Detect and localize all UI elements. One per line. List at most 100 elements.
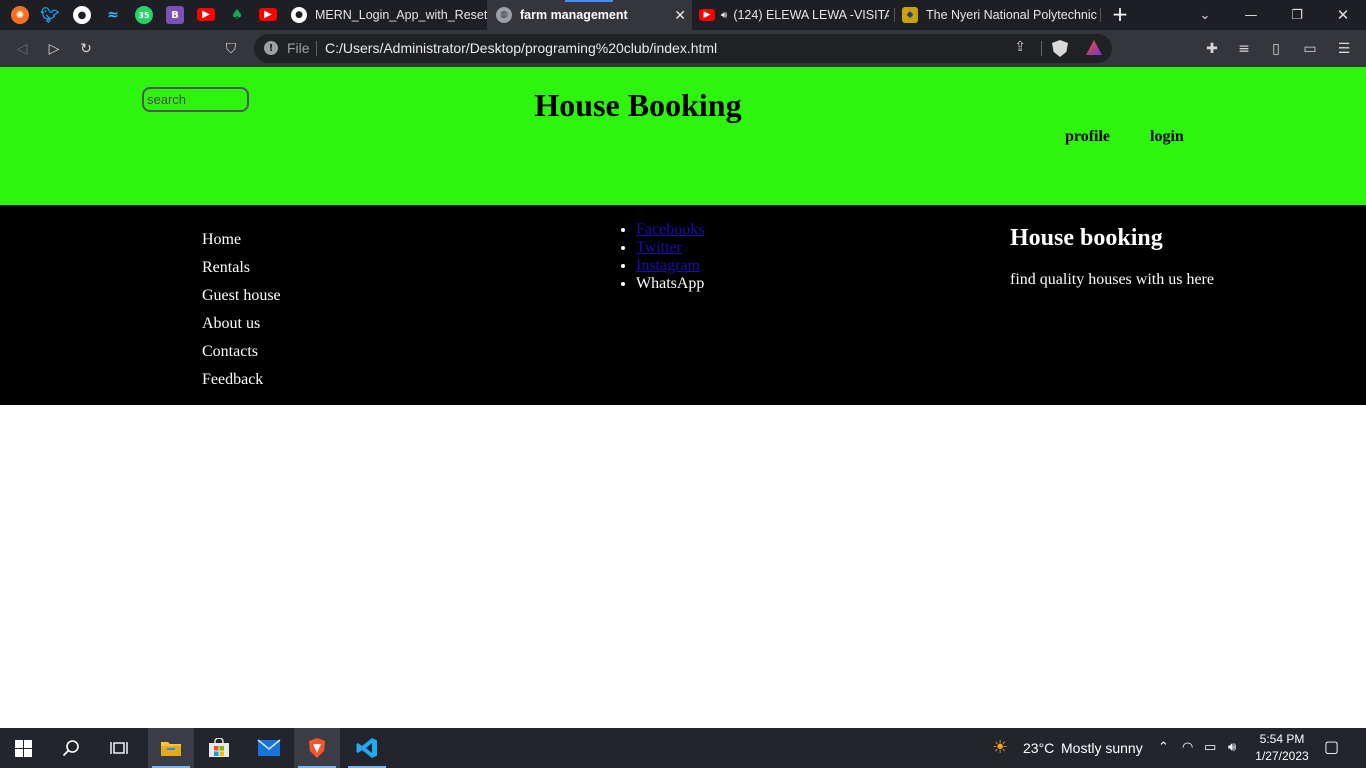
github-icon[interactable]: ● xyxy=(73,6,91,24)
system-clock[interactable]: 5:54 PM 1/27/2023 xyxy=(1252,731,1312,765)
youtube-icon: ▶ xyxy=(699,9,715,21)
search-button[interactable] xyxy=(48,728,94,768)
tab-title: MERN_Login_App_with_ResetEm xyxy=(315,8,487,22)
brave-icon xyxy=(309,738,325,758)
bookmark-icon[interactable]: ⛉ xyxy=(221,39,241,59)
reload-icon[interactable]: ↻ xyxy=(76,39,96,59)
speaker-icon[interactable]: 🔊︎ xyxy=(721,10,727,21)
footer-brand-title: House booking xyxy=(1010,225,1163,251)
playlist-icon[interactable]: ≡ xyxy=(1234,39,1254,59)
url-divider xyxy=(316,41,317,56)
minimize-icon[interactable]: — xyxy=(1228,0,1274,30)
twitter-link[interactable]: Twitter xyxy=(636,239,682,256)
page-footer: Home Rentals Guest house About us Contac… xyxy=(0,205,1366,405)
tab-separator xyxy=(894,8,895,22)
page-title: House Booking xyxy=(534,87,742,123)
address-bar[interactable]: ! File C:/Users/Administrator/Desktop/pr… xyxy=(254,34,1112,63)
nav-profile[interactable]: profile xyxy=(1065,128,1110,146)
tab-title: farm management xyxy=(520,8,628,22)
list-item: Instagram xyxy=(636,257,704,275)
youtube-icon[interactable]: ▶ xyxy=(259,8,277,21)
tab-mern-login[interactable]: ● MERN_Login_App_with_ResetEm xyxy=(287,0,487,30)
brave-shields-icon[interactable] xyxy=(1052,40,1068,57)
whatsapp-icon[interactable]: 35 xyxy=(135,6,153,24)
page-header: House Booking profile login xyxy=(0,67,1366,205)
url-scheme-label: File xyxy=(287,40,310,56)
task-view-button[interactable] xyxy=(96,728,142,768)
twitter-icon[interactable]: 🐦︎ xyxy=(40,6,59,24)
back-icon[interactable]: ◁ xyxy=(12,39,32,59)
menu-item-rentals[interactable]: Rentals xyxy=(202,258,281,286)
list-item: Twitter xyxy=(636,239,704,257)
start-button[interactable] xyxy=(0,728,46,768)
store-button[interactable] xyxy=(196,728,242,768)
wallet-icon[interactable]: ▭ xyxy=(1300,39,1320,59)
tailwind-icon[interactable]: ≈ xyxy=(104,6,122,24)
menu-item-about-us[interactable]: About us xyxy=(202,314,281,342)
clock-date: 1/27/2023 xyxy=(1255,749,1309,763)
notifications-icon[interactable]: ▢ xyxy=(1324,737,1339,756)
tab-title: The Nyeri National Polytechnic xyxy=(926,8,1097,22)
menu-item-feedback[interactable]: Feedback xyxy=(202,370,281,398)
bootstrap-icon[interactable]: B xyxy=(166,6,184,24)
url-separator xyxy=(1041,41,1042,56)
weather-condition[interactable]: Mostly sunny xyxy=(1061,740,1143,756)
tab-farm-management[interactable]: ◍ farm management ✕ xyxy=(487,0,692,30)
close-icon[interactable]: ✕ xyxy=(674,8,686,24)
chevron-up-icon[interactable]: ⌃ xyxy=(1158,740,1169,755)
social-links: Facebooks Twitter Instagram WhatsApp xyxy=(636,221,704,293)
menu-icon[interactable]: ☰ xyxy=(1334,39,1354,59)
github-icon: ● xyxy=(291,7,307,23)
mail-icon xyxy=(257,739,281,756)
browser-tab-strip: ✺ 🐦︎ ● ≈ 35 B ▶ ♠ ▶ ● MERN_Login_App_wit… xyxy=(0,0,1366,30)
url-text[interactable]: C:/Users/Administrator/Desktop/programin… xyxy=(325,40,717,56)
tab-title: (124) ELEWA LEWA -VISITA | xyxy=(733,8,889,22)
tab-nyeri-polytechnic[interactable]: ◆ The Nyeri National Polytechnic xyxy=(902,0,1100,30)
youtube-icon[interactable]: ▶ xyxy=(197,8,215,21)
windows-icon xyxy=(14,739,32,757)
menu-item-guest-house[interactable]: Guest house xyxy=(202,286,281,314)
menu-item-contacts[interactable]: Contacts xyxy=(202,342,281,370)
list-item: WhatsApp xyxy=(636,275,704,293)
vscode-button[interactable] xyxy=(344,728,390,768)
tab-youtube-elewa[interactable]: ▶ 🔊︎ (124) ELEWA LEWA -VISITA | xyxy=(697,0,889,30)
wifi-icon[interactable]: ◠ xyxy=(1182,740,1193,755)
volume-icon[interactable]: 🔊︎ xyxy=(1228,740,1236,755)
tab-search-chevron-icon[interactable]: ⌄ xyxy=(1182,0,1228,30)
taskbar: ☀ 23°C Mostly sunny ⌃ ◠ ▭ 🔊︎ 5:54 PM 1/2… xyxy=(0,728,1366,768)
tab-separator xyxy=(1100,8,1101,22)
nav-login[interactable]: login xyxy=(1150,128,1184,146)
footer-tagline: find quality houses with us here xyxy=(1010,271,1214,288)
close-window-icon[interactable]: ✕ xyxy=(1320,0,1366,30)
brave-rewards-icon[interactable] xyxy=(1086,40,1102,55)
list-item: Facebooks xyxy=(636,221,704,239)
search-icon xyxy=(62,740,79,757)
school-crest-icon: ◆ xyxy=(902,7,918,23)
bootstrap-letter: B xyxy=(171,9,179,21)
clock-time: 5:54 PM xyxy=(1259,732,1305,746)
file-explorer-button[interactable] xyxy=(148,728,194,768)
restore-icon[interactable]: ❐ xyxy=(1274,0,1320,30)
task-view-icon xyxy=(110,742,128,754)
instagram-link[interactable]: Instagram xyxy=(636,257,700,274)
mail-button[interactable] xyxy=(246,728,292,768)
whatsapp-text: WhatsApp xyxy=(636,275,705,292)
info-icon[interactable]: ! xyxy=(264,41,278,55)
battery-icon[interactable]: ▭ xyxy=(1204,740,1216,755)
sidebar-icon[interactable]: ▯ xyxy=(1266,39,1286,59)
brave-browser-button[interactable] xyxy=(294,728,340,768)
weather-temperature[interactable]: 23°C xyxy=(1023,740,1054,756)
whatsapp-badge: 35 xyxy=(138,10,150,20)
facebook-link[interactable]: Facebooks xyxy=(636,221,704,238)
forward-icon[interactable]: ▷ xyxy=(44,39,64,59)
extensions-icon[interactable]: ✚ xyxy=(1202,39,1222,59)
brave-news-icon[interactable]: ✺ xyxy=(11,6,29,24)
share-icon[interactable]: ⇪ xyxy=(1014,39,1026,55)
menu-item-home[interactable]: Home xyxy=(202,230,281,258)
weather-icon[interactable]: ☀ xyxy=(992,737,1008,758)
footer-menu: Home Rentals Guest house About us Contac… xyxy=(202,230,281,398)
web-page: House Booking profile login Home Rentals… xyxy=(0,67,1366,728)
new-tab-icon[interactable]: + xyxy=(1110,2,1130,26)
vscode-icon xyxy=(356,738,377,758)
mongodb-icon[interactable]: ♠ xyxy=(228,6,246,24)
